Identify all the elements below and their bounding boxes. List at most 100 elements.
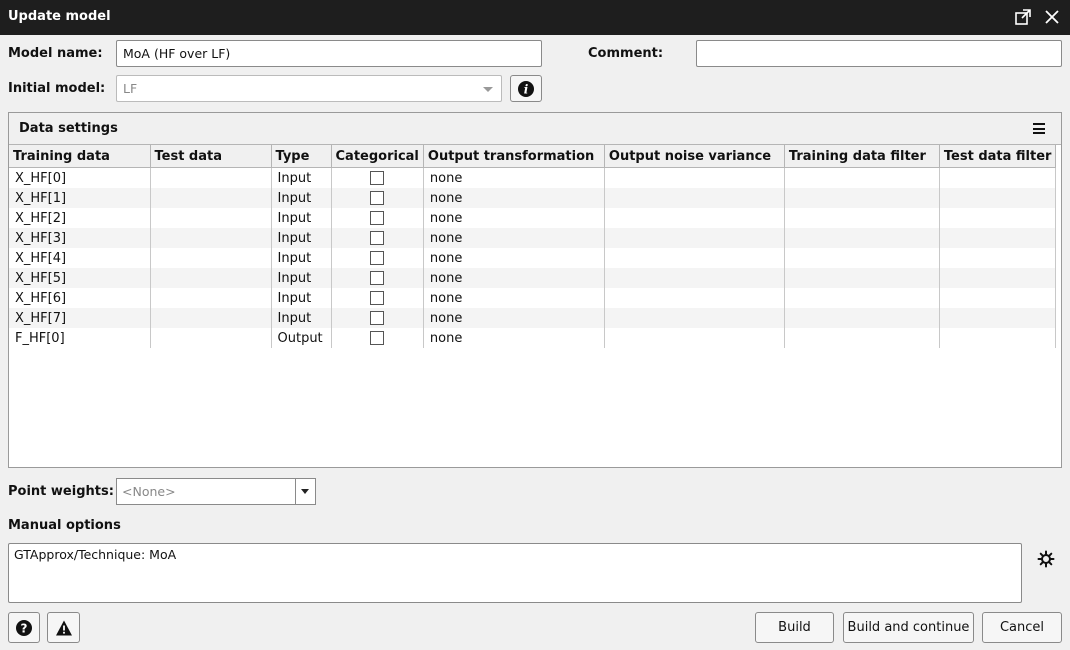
- cell-training-data-filter[interactable]: [784, 228, 940, 248]
- cell-test-data-filter[interactable]: [939, 268, 1057, 288]
- model-name-input[interactable]: MoA (HF over LF): [116, 40, 542, 67]
- table-row[interactable]: X_HF[7] Input none: [9, 308, 1057, 328]
- cancel-button[interactable]: Cancel: [982, 612, 1062, 643]
- cell-categorical[interactable]: [331, 248, 424, 268]
- categorical-checkbox[interactable]: [370, 211, 385, 225]
- help-button[interactable]: ?: [8, 612, 40, 643]
- table-row[interactable]: F_HF[0] Output none: [9, 328, 1057, 348]
- col-output-transformation[interactable]: Output transformation: [423, 145, 605, 168]
- cell-training-data[interactable]: X_HF[1]: [9, 188, 151, 208]
- col-output-noise-variance[interactable]: Output noise variance: [604, 145, 785, 168]
- cell-training-data[interactable]: X_HF[5]: [9, 268, 151, 288]
- table-row[interactable]: X_HF[0] Input none: [9, 167, 1057, 188]
- cell-type[interactable]: Input: [271, 308, 332, 328]
- categorical-checkbox[interactable]: [370, 331, 385, 345]
- point-weights-select[interactable]: <None>: [116, 478, 316, 505]
- cell-test-data-filter[interactable]: [939, 328, 1057, 348]
- cell-test-data[interactable]: [150, 248, 272, 268]
- cell-output-transformation[interactable]: none: [423, 188, 605, 208]
- cell-test-data-filter[interactable]: [939, 208, 1057, 228]
- cell-training-data-filter[interactable]: [784, 248, 940, 268]
- cell-test-data-filter[interactable]: [939, 288, 1057, 308]
- warning-button[interactable]: [47, 612, 80, 643]
- cell-training-data[interactable]: X_HF[7]: [9, 308, 151, 328]
- cell-test-data-filter[interactable]: [939, 248, 1057, 268]
- gear-icon[interactable]: [1036, 549, 1056, 569]
- cell-test-data[interactable]: [150, 328, 272, 348]
- table-row[interactable]: X_HF[2] Input none: [9, 208, 1057, 228]
- cell-output-transformation[interactable]: none: [423, 328, 605, 348]
- cell-test-data[interactable]: [150, 208, 272, 228]
- categorical-checkbox[interactable]: [370, 291, 385, 305]
- cell-categorical[interactable]: [331, 208, 424, 228]
- info-button[interactable]: i: [510, 75, 542, 102]
- cell-type[interactable]: Input: [271, 208, 332, 228]
- cell-test-data-filter[interactable]: [939, 228, 1057, 248]
- maximize-icon[interactable]: [1013, 7, 1033, 27]
- cell-training-data[interactable]: X_HF[4]: [9, 248, 151, 268]
- cell-output-noise-variance[interactable]: [604, 248, 785, 268]
- cell-training-data[interactable]: F_HF[0]: [9, 328, 151, 348]
- cell-training-data[interactable]: X_HF[2]: [9, 208, 151, 228]
- cell-categorical[interactable]: [331, 268, 424, 288]
- table-row[interactable]: X_HF[5] Input none: [9, 268, 1057, 288]
- cell-type[interactable]: Output: [271, 328, 332, 348]
- table-row[interactable]: X_HF[6] Input none: [9, 288, 1057, 308]
- cell-categorical[interactable]: [331, 288, 424, 308]
- cell-test-data-filter[interactable]: [939, 167, 1057, 188]
- cell-output-transformation[interactable]: none: [423, 208, 605, 228]
- cell-output-transformation[interactable]: none: [423, 167, 605, 188]
- dropdown-button[interactable]: [295, 479, 315, 504]
- cell-type[interactable]: Input: [271, 288, 332, 308]
- categorical-checkbox[interactable]: [370, 171, 385, 185]
- cell-output-transformation[interactable]: none: [423, 248, 605, 268]
- build-and-continue-button[interactable]: Build and continue: [843, 612, 974, 643]
- cell-output-noise-variance[interactable]: [604, 188, 785, 208]
- cell-output-noise-variance[interactable]: [604, 328, 785, 348]
- cell-test-data-filter[interactable]: [939, 308, 1057, 328]
- build-button[interactable]: Build: [755, 612, 834, 643]
- initial-model-select[interactable]: LF: [116, 75, 502, 102]
- menu-icon[interactable]: [1033, 123, 1045, 134]
- cell-training-data-filter[interactable]: [784, 167, 940, 188]
- cell-categorical[interactable]: [331, 308, 424, 328]
- cell-output-noise-variance[interactable]: [604, 228, 785, 248]
- cell-test-data[interactable]: [150, 167, 272, 188]
- categorical-checkbox[interactable]: [370, 251, 385, 265]
- cell-training-data[interactable]: X_HF[6]: [9, 288, 151, 308]
- cell-output-noise-variance[interactable]: [604, 268, 785, 288]
- cell-type[interactable]: Input: [271, 228, 332, 248]
- comment-input[interactable]: [696, 40, 1062, 67]
- cell-training-data[interactable]: X_HF[3]: [9, 228, 151, 248]
- cell-output-noise-variance[interactable]: [604, 208, 785, 228]
- cell-training-data-filter[interactable]: [784, 288, 940, 308]
- cell-output-transformation[interactable]: none: [423, 288, 605, 308]
- cell-categorical[interactable]: [331, 328, 424, 348]
- cell-type[interactable]: Input: [271, 188, 332, 208]
- table-row[interactable]: X_HF[3] Input none: [9, 228, 1057, 248]
- col-training-data-filter[interactable]: Training data filter: [784, 145, 940, 168]
- table-row[interactable]: X_HF[1] Input none: [9, 188, 1057, 208]
- col-test-data[interactable]: Test data: [150, 145, 272, 168]
- cell-output-noise-variance[interactable]: [604, 288, 785, 308]
- categorical-checkbox[interactable]: [370, 271, 385, 285]
- cell-test-data[interactable]: [150, 308, 272, 328]
- cell-categorical[interactable]: [331, 188, 424, 208]
- cell-test-data[interactable]: [150, 228, 272, 248]
- col-test-data-filter[interactable]: Test data filter: [939, 145, 1057, 168]
- cell-test-data[interactable]: [150, 288, 272, 308]
- cell-categorical[interactable]: [331, 228, 424, 248]
- table-row[interactable]: X_HF[4] Input none: [9, 248, 1057, 268]
- categorical-checkbox[interactable]: [370, 231, 385, 245]
- categorical-checkbox[interactable]: [370, 191, 385, 205]
- cell-training-data-filter[interactable]: [784, 268, 940, 288]
- cell-categorical[interactable]: [331, 167, 424, 188]
- col-categorical[interactable]: Categorical: [331, 145, 424, 168]
- manual-options-textarea[interactable]: GTApprox/Technique: MoA: [8, 543, 1022, 603]
- cell-type[interactable]: Input: [271, 268, 332, 288]
- cell-training-data-filter[interactable]: [784, 328, 940, 348]
- cell-test-data[interactable]: [150, 188, 272, 208]
- cell-test-data-filter[interactable]: [939, 188, 1057, 208]
- cell-training-data-filter[interactable]: [784, 208, 940, 228]
- categorical-checkbox[interactable]: [370, 311, 385, 325]
